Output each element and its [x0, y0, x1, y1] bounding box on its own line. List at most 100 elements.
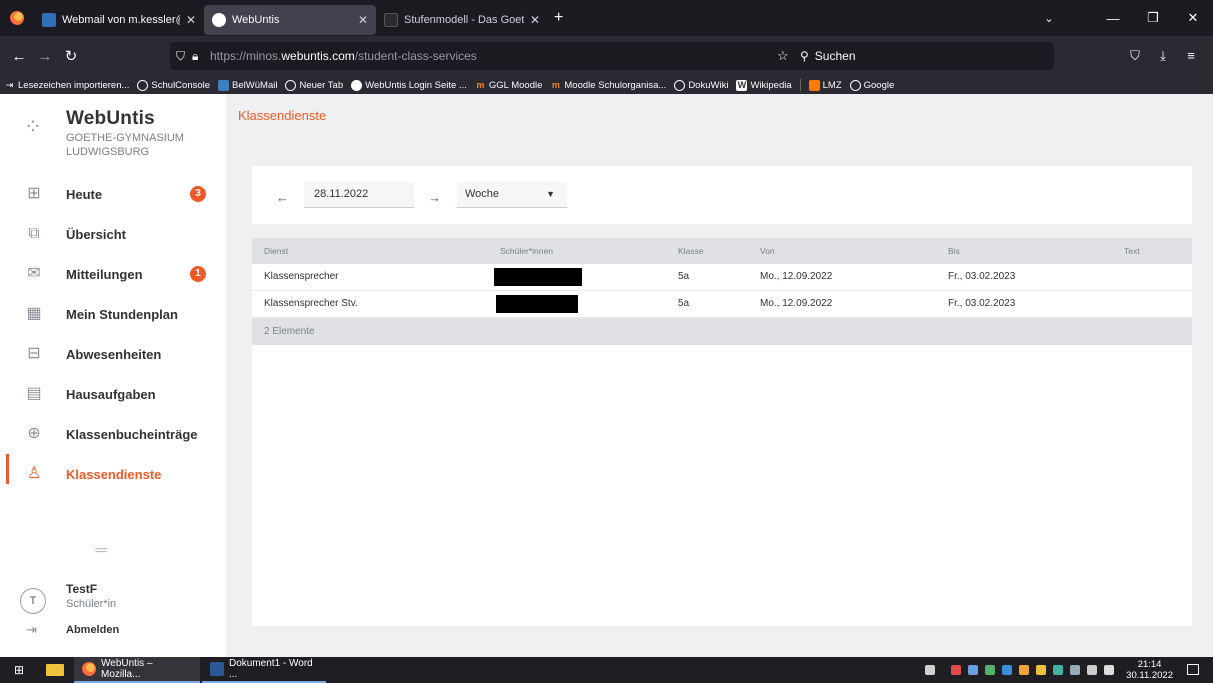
tab-webuntis[interactable]: WebUntis ✕ — [204, 4, 376, 35]
network-icon[interactable] — [1087, 665, 1098, 675]
bookmark-wikipedia[interactable]: W Wikipedia — [736, 79, 792, 91]
bookmark-import[interactable]: ⇥ Lesezeichen importieren... — [4, 79, 130, 91]
tray-app-icon[interactable] — [1019, 665, 1030, 675]
close-window-icon[interactable]: ✕ — [1173, 10, 1213, 26]
column-header-dienst[interactable]: Dienst — [264, 238, 288, 264]
sidebar-item-label: Mein Stundenplan — [66, 306, 178, 322]
column-header-von[interactable]: Von — [760, 238, 775, 264]
sidebar-item-klassendienste[interactable]: ♙ Klassendienste — [0, 454, 226, 494]
cell-klasse: 5a — [678, 271, 690, 282]
mail-icon: ✉ — [27, 265, 41, 282]
period-select[interactable]: Woche ▼ — [457, 182, 567, 208]
address-bar[interactable]: ⛉ 🔒︎ https://minos.webuntis.com/student-… — [170, 42, 1054, 70]
tab-list-chevron-icon[interactable]: ⌄ — [1039, 12, 1059, 25]
sidebar-item-hausaufgaben[interactable]: ▤ Hausaufgaben — [0, 374, 226, 414]
new-tab-icon[interactable]: + — [554, 9, 563, 27]
tray-app-icon[interactable] — [1070, 665, 1081, 675]
sidebar-item-klassenbucheintraege[interactable]: ⊕ Klassenbucheinträge — [0, 414, 226, 454]
bookmark-moodle-schulorga[interactable]: m Moodle Schulorganisa... — [550, 80, 666, 91]
bookmark-schulconsole[interactable]: SchulConsole — [137, 79, 211, 91]
tray-app-icon[interactable] — [1053, 665, 1064, 675]
windows-start-icon[interactable]: ⊞ — [8, 663, 30, 677]
firefox-icon[interactable] — [0, 0, 34, 36]
globe-icon — [137, 79, 149, 91]
menu-icon[interactable]: ≡ — [1177, 48, 1205, 64]
close-tab-icon[interactable]: ✕ — [186, 13, 196, 27]
bookmark-star-icon[interactable]: ☆ — [777, 48, 789, 64]
bookmark-webuntis-login[interactable]: WebUntis Login Seite ... — [351, 79, 467, 91]
date-input[interactable]: 28.11.2022 — [304, 182, 414, 208]
tab-stufenmodell[interactable]: Stufenmodell - Das Goethe-Gy ✕ — [376, 5, 548, 35]
cell-von: Mo., 12.09.2022 — [760, 298, 833, 309]
minimize-icon[interactable]: — — [1093, 11, 1133, 26]
tray-app-icon[interactable] — [951, 665, 962, 675]
back-icon[interactable]: ← — [6, 48, 32, 65]
sidebar-item-label: Abwesenheiten — [66, 346, 162, 362]
sidebar-menu: ⊞ Heute 3 ⧉ Übersicht ✉ Mitteilungen 1 ▦… — [0, 174, 226, 494]
tray-app-icon[interactable] — [1002, 665, 1013, 675]
item-count: 2 Elemente — [264, 326, 315, 337]
bookmark-dokuwiki[interactable]: DokuWiki — [674, 79, 728, 91]
column-header-text[interactable]: Text — [1124, 238, 1140, 264]
tray-app-icon[interactable] — [1036, 665, 1047, 675]
taskbar-item-label: Dokument1 - Word ... — [229, 658, 313, 680]
cell-dienst: Klassensprecher — [264, 271, 339, 282]
previous-arrow-icon[interactable]: ← — [276, 190, 289, 205]
cell-klasse: 5a — [678, 298, 690, 309]
file-explorer-icon[interactable] — [46, 664, 64, 676]
notification-center-icon[interactable] — [1187, 664, 1199, 675]
tab-title: WebUntis — [232, 13, 280, 26]
forward-icon[interactable]: → — [32, 48, 58, 65]
bookmark-label: SchulConsole — [151, 79, 211, 91]
table-row[interactable]: Klassensprecher 5a Mo., 12.09.2022 Fr., … — [252, 264, 1192, 291]
column-header-klasse[interactable]: Klasse — [678, 238, 704, 264]
download-icon[interactable]: ⤓ — [1149, 48, 1177, 64]
bookmark-ggl-moodle[interactable]: m GGL Moodle — [475, 80, 542, 91]
column-header-schueler[interactable]: Schüler*innen — [500, 238, 553, 264]
bookmark-label: Lesezeichen importieren... — [18, 79, 130, 91]
tab-webmail[interactable]: Webmail von m.kessler@goeth ✕ — [34, 5, 204, 35]
class-services-icon: ♙ — [26, 465, 42, 482]
sidebar-item-stundenplan[interactable]: ▦ Mein Stundenplan — [0, 294, 226, 334]
sidebar-item-label: Übersicht — [66, 226, 126, 242]
column-header-bis[interactable]: Bis — [948, 238, 960, 264]
sidebar-item-uebersicht[interactable]: ⧉ Übersicht — [0, 214, 226, 254]
bookmark-belwuemail[interactable]: BelWüMail — [218, 79, 278, 91]
pocket-icon[interactable]: ⛉ — [1121, 48, 1149, 64]
main-content: Klassendienste ← 28.11.2022 → Woche ▼ Di… — [226, 94, 1213, 657]
reload-icon[interactable]: ↻ — [58, 47, 84, 65]
sidebar-item-mitteilungen[interactable]: ✉ Mitteilungen 1 — [0, 254, 226, 294]
search-box[interactable]: ⚲ Suchen — [800, 46, 1054, 66]
redacted-student-name — [496, 295, 578, 313]
redacted-student-name — [494, 268, 582, 286]
lock-icon[interactable]: 🔒︎ — [192, 49, 210, 64]
bookmark-neuer-tab[interactable]: Neuer Tab — [285, 79, 343, 91]
volume-icon[interactable] — [1104, 665, 1115, 675]
next-arrow-icon[interactable]: → — [428, 190, 441, 205]
logout-button[interactable]: ⇥ Abmelden — [26, 622, 119, 638]
tray-app-icon[interactable] — [968, 665, 979, 675]
url-text[interactable]: https://minos.webuntis.com/student-class… — [210, 49, 477, 63]
brand[interactable]: ⁘ WebUntis GOETHE-GYMNASIUM LUDWIGSBURG — [18, 108, 184, 158]
avatar: T — [20, 588, 46, 614]
news-icon[interactable] — [925, 665, 936, 675]
taskbar-item-word[interactable]: Dokument1 - Word ... — [202, 657, 326, 683]
bookmark-lmz[interactable]: LMZ — [808, 79, 842, 91]
bookmark-label: Google — [863, 79, 895, 91]
close-tab-icon[interactable]: ✕ — [358, 13, 368, 27]
tray-app-icon[interactable] — [985, 665, 996, 675]
tracking-shield-icon[interactable]: ⛉ — [176, 49, 192, 64]
user-profile[interactable]: T TestF Schüler*in — [20, 582, 116, 614]
collapse-sidebar-icon[interactable]: ═ — [92, 542, 110, 560]
sidebar-item-abwesenheiten[interactable]: ⊟ Abwesenheiten — [0, 334, 226, 374]
clock[interactable]: 21:14 30.11.2022 — [1126, 659, 1173, 681]
taskbar-item-firefox[interactable]: WebUntis – Mozilla... — [74, 657, 200, 683]
bookmark-google[interactable]: Google — [849, 79, 895, 91]
bookmark-label: BelWüMail — [232, 79, 278, 91]
sidebar-item-heute[interactable]: ⊞ Heute 3 — [0, 174, 226, 214]
window-controls: ⌄ — ❐ ✕ — [1039, 0, 1213, 36]
tab-title: Stufenmodell - Das Goethe-Gy — [404, 13, 524, 26]
close-tab-icon[interactable]: ✕ — [530, 13, 540, 27]
table-row[interactable]: Klassensprecher Stv. 5a Mo., 12.09.2022 … — [252, 291, 1192, 318]
restore-icon[interactable]: ❐ — [1133, 10, 1173, 26]
